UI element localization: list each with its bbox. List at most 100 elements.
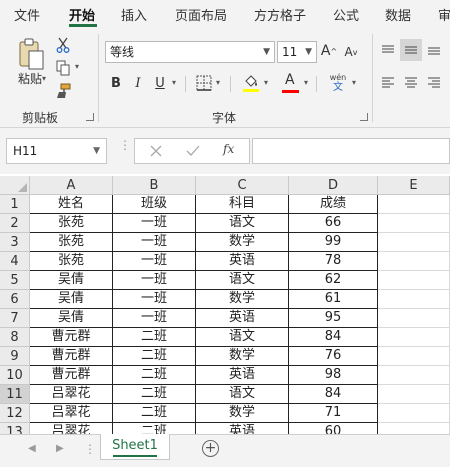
- column-header-a[interactable]: A: [30, 176, 113, 195]
- prev-sheet-icon[interactable]: ◀: [28, 443, 36, 454]
- fill-color-button[interactable]: [240, 72, 262, 94]
- table-cell[interactable]: 数学: [196, 233, 289, 252]
- table-cell[interactable]: 数学: [196, 290, 289, 309]
- header-cell[interactable]: 科目: [196, 195, 289, 214]
- font-color-dropdown-icon[interactable]: ▾: [304, 78, 308, 87]
- font-color-button[interactable]: A: [280, 72, 302, 94]
- next-sheet-icon[interactable]: ▶: [56, 443, 64, 454]
- row-header[interactable]: 13: [0, 423, 30, 434]
- table-cell[interactable]: [378, 252, 450, 271]
- table-cell[interactable]: [378, 366, 450, 385]
- table-cell[interactable]: 66: [289, 214, 378, 233]
- spreadsheet-grid[interactable]: A B C D E 1 姓名 班级 科目 成绩 2 张苑 一班 语文 66 3 张苑 一班 数学 99 4 张苑 一班 英语 7…: [0, 176, 450, 434]
- column-header-b[interactable]: B: [113, 176, 196, 195]
- table-cell[interactable]: [378, 423, 450, 434]
- table-cell[interactable]: 76: [289, 347, 378, 366]
- table-cell[interactable]: [378, 233, 450, 252]
- increase-font-size-button[interactable]: A ^: [320, 41, 338, 61]
- table-cell[interactable]: 99: [289, 233, 378, 252]
- borders-button[interactable]: [194, 73, 214, 93]
- align-middle-button[interactable]: [400, 39, 422, 61]
- menu-fangfang[interactable]: 方方格子: [254, 5, 306, 24]
- table-cell[interactable]: 语文: [196, 214, 289, 233]
- clipboard-launcher-icon[interactable]: [86, 113, 94, 121]
- tab-sheet1[interactable]: Sheet1: [100, 434, 170, 460]
- row-header[interactable]: 3: [0, 233, 30, 252]
- borders-dropdown-icon[interactable]: ▾: [216, 78, 220, 87]
- phonetic-guide-button[interactable]: wén 文: [326, 71, 350, 95]
- format-painter-button[interactable]: [54, 82, 72, 100]
- header-cell[interactable]: 姓名: [30, 195, 113, 214]
- menu-formulas[interactable]: 公式: [333, 5, 359, 24]
- table-cell[interactable]: [378, 328, 450, 347]
- table-cell[interactable]: 71: [289, 404, 378, 423]
- row-header[interactable]: 1: [0, 195, 30, 214]
- table-cell[interactable]: 英语: [196, 309, 289, 328]
- enter-check-icon[interactable]: [186, 145, 200, 157]
- column-header-e[interactable]: E: [378, 176, 450, 195]
- table-cell[interactable]: 84: [289, 385, 378, 404]
- header-cell[interactable]: [378, 195, 450, 214]
- menu-review[interactable]: 审: [438, 5, 450, 24]
- row-header[interactable]: 8: [0, 328, 30, 347]
- table-cell[interactable]: 60: [289, 423, 378, 434]
- table-cell[interactable]: 98: [289, 366, 378, 385]
- table-cell[interactable]: 吴倩: [30, 290, 113, 309]
- menu-data[interactable]: 数据: [385, 5, 411, 24]
- row-header[interactable]: 5: [0, 271, 30, 290]
- row-header[interactable]: 10: [0, 366, 30, 385]
- table-cell[interactable]: 二班: [113, 423, 196, 434]
- menu-page-layout[interactable]: 页面布局: [175, 5, 227, 24]
- table-cell[interactable]: 语文: [196, 328, 289, 347]
- table-cell[interactable]: 二班: [113, 404, 196, 423]
- table-cell[interactable]: 一班: [113, 309, 196, 328]
- row-header[interactable]: 6: [0, 290, 30, 309]
- font-launcher-icon[interactable]: [360, 113, 368, 121]
- table-cell[interactable]: [378, 271, 450, 290]
- row-header[interactable]: 12: [0, 404, 30, 423]
- cut-button[interactable]: [54, 36, 72, 54]
- cancel-icon[interactable]: [150, 145, 162, 157]
- row-header[interactable]: 9: [0, 347, 30, 366]
- table-cell[interactable]: 吴倩: [30, 271, 113, 290]
- menu-insert[interactable]: 插入: [121, 5, 147, 24]
- select-all-button[interactable]: [0, 176, 30, 195]
- table-cell[interactable]: 英语: [196, 366, 289, 385]
- table-cell[interactable]: 一班: [113, 252, 196, 271]
- table-cell[interactable]: 张苑: [30, 233, 113, 252]
- align-center-button[interactable]: [402, 74, 420, 92]
- table-cell[interactable]: 语文: [196, 385, 289, 404]
- row-header[interactable]: 11: [0, 385, 30, 404]
- table-cell[interactable]: 英语: [196, 252, 289, 271]
- table-cell[interactable]: 张苑: [30, 214, 113, 233]
- table-cell[interactable]: 二班: [113, 366, 196, 385]
- table-cell[interactable]: 数学: [196, 347, 289, 366]
- insert-function-button[interactable]: fx: [223, 142, 234, 156]
- header-cell[interactable]: 成绩: [289, 195, 378, 214]
- table-cell[interactable]: 一班: [113, 271, 196, 290]
- font-name-select[interactable]: 等线 ▼: [105, 41, 275, 63]
- menu-file[interactable]: 文件: [14, 5, 40, 24]
- table-cell[interactable]: 95: [289, 309, 378, 328]
- column-header-c[interactable]: C: [196, 176, 289, 195]
- italic-button[interactable]: I: [130, 73, 146, 93]
- table-cell[interactable]: [378, 309, 450, 328]
- add-sheet-button[interactable]: +: [202, 440, 219, 457]
- align-left-button[interactable]: [379, 74, 397, 92]
- bold-button[interactable]: B: [108, 73, 124, 93]
- table-cell[interactable]: [378, 214, 450, 233]
- phonetic-dropdown-icon[interactable]: ▾: [352, 78, 356, 87]
- align-right-button[interactable]: [425, 74, 443, 92]
- table-cell[interactable]: 62: [289, 271, 378, 290]
- underline-dropdown-icon[interactable]: ▾: [172, 78, 176, 87]
- drag-handle-icon[interactable]: ⋮: [119, 139, 131, 151]
- table-cell[interactable]: 78: [289, 252, 378, 271]
- table-cell[interactable]: 一班: [113, 290, 196, 309]
- table-cell[interactable]: 张苑: [30, 252, 113, 271]
- header-cell[interactable]: 班级: [113, 195, 196, 214]
- table-cell[interactable]: 吕翠花: [30, 423, 113, 434]
- copy-button[interactable]: [54, 59, 72, 77]
- row-header[interactable]: 4: [0, 252, 30, 271]
- underline-button[interactable]: U: [152, 73, 168, 93]
- table-cell[interactable]: 61: [289, 290, 378, 309]
